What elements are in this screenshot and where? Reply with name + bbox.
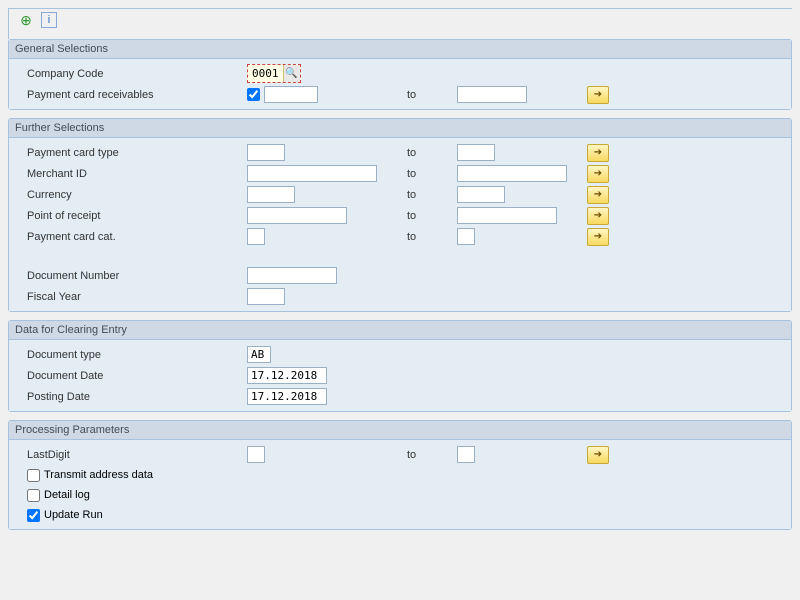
cat-from[interactable] xyxy=(247,228,265,245)
detail-checkbox[interactable] xyxy=(27,489,40,502)
to-label: to xyxy=(407,147,457,159)
multiple-selection-icon[interactable]: ➔ xyxy=(587,446,609,464)
transmit-checkbox[interactable] xyxy=(27,469,40,482)
panel-header-further: Further Selections xyxy=(9,119,791,138)
lastdigit-from[interactable] xyxy=(247,446,265,463)
transmit-label: Transmit address data xyxy=(44,469,153,481)
panel-header-clearing: Data for Clearing Entry xyxy=(9,321,791,340)
label-doctype: Document type xyxy=(17,349,247,361)
search-help-icon[interactable]: 🔍 xyxy=(284,65,300,82)
to-label: to xyxy=(407,210,457,222)
panel-header-processing: Processing Parameters xyxy=(9,421,791,440)
merchant-to[interactable] xyxy=(457,165,567,182)
label-company-code: Company Code xyxy=(17,68,247,80)
detail-label: Detail log xyxy=(44,489,90,501)
fiscal-input[interactable] xyxy=(247,288,285,305)
panel-clearing: Data for Clearing Entry Document type Do… xyxy=(8,320,792,412)
postdate-input[interactable] xyxy=(247,388,327,405)
receivables-to[interactable] xyxy=(457,86,527,103)
currency-to[interactable] xyxy=(457,186,505,203)
label-lastdigit: LastDigit xyxy=(17,449,247,461)
to-label: to xyxy=(407,189,457,201)
multiple-selection-icon[interactable]: ➔ xyxy=(587,228,609,246)
label-card-type: Payment card type xyxy=(17,147,247,159)
company-code-value: 0001 xyxy=(248,65,284,82)
docdate-input[interactable] xyxy=(247,367,327,384)
receipt-from[interactable] xyxy=(247,207,347,224)
update-label: Update Run xyxy=(44,509,103,521)
label-receivables: Payment card receivables xyxy=(17,89,247,101)
label-docnum: Document Number xyxy=(17,270,247,282)
multiple-selection-icon[interactable]: ➔ xyxy=(587,207,609,225)
info-icon[interactable]: i xyxy=(41,12,57,28)
label-postdate: Posting Date xyxy=(17,391,247,403)
currency-from[interactable] xyxy=(247,186,295,203)
merchant-from[interactable] xyxy=(247,165,377,182)
card-type-to[interactable] xyxy=(457,144,495,161)
label-docdate: Document Date xyxy=(17,370,247,382)
update-checkbox[interactable] xyxy=(27,509,40,522)
receipt-to[interactable] xyxy=(457,207,557,224)
to-label: to xyxy=(407,231,457,243)
company-code-input[interactable]: 0001 🔍 xyxy=(247,64,301,83)
receivables-checkbox[interactable] xyxy=(247,88,260,101)
multiple-selection-icon[interactable]: ➔ xyxy=(587,144,609,162)
label-currency: Currency xyxy=(17,189,247,201)
panel-general-selections: General Selections Company Code 0001 🔍 P… xyxy=(8,39,792,110)
doctype-input[interactable] xyxy=(247,346,271,363)
to-label: to xyxy=(407,168,457,180)
receivables-from[interactable] xyxy=(264,86,318,103)
label-cat: Payment card cat. xyxy=(17,231,247,243)
multiple-selection-icon[interactable]: ➔ xyxy=(587,165,609,183)
panel-header-general: General Selections xyxy=(9,40,791,59)
label-merchant: Merchant ID xyxy=(17,168,247,180)
cat-to[interactable] xyxy=(457,228,475,245)
to-label: to xyxy=(407,449,457,461)
multiple-selection-icon[interactable]: ➔ xyxy=(587,186,609,204)
execute-icon[interactable]: ⊕ xyxy=(17,11,35,29)
multiple-selection-icon[interactable]: ➔ xyxy=(587,86,609,104)
docnum-input[interactable] xyxy=(247,267,337,284)
label-receipt: Point of receipt xyxy=(17,210,247,222)
panel-further-selections: Further Selections Payment card type to … xyxy=(8,118,792,312)
lastdigit-to[interactable] xyxy=(457,446,475,463)
to-label: to xyxy=(407,89,457,101)
panel-processing: Processing Parameters LastDigit to ➔ Tra… xyxy=(8,420,792,530)
card-type-from[interactable] xyxy=(247,144,285,161)
label-fiscal: Fiscal Year xyxy=(17,291,247,303)
